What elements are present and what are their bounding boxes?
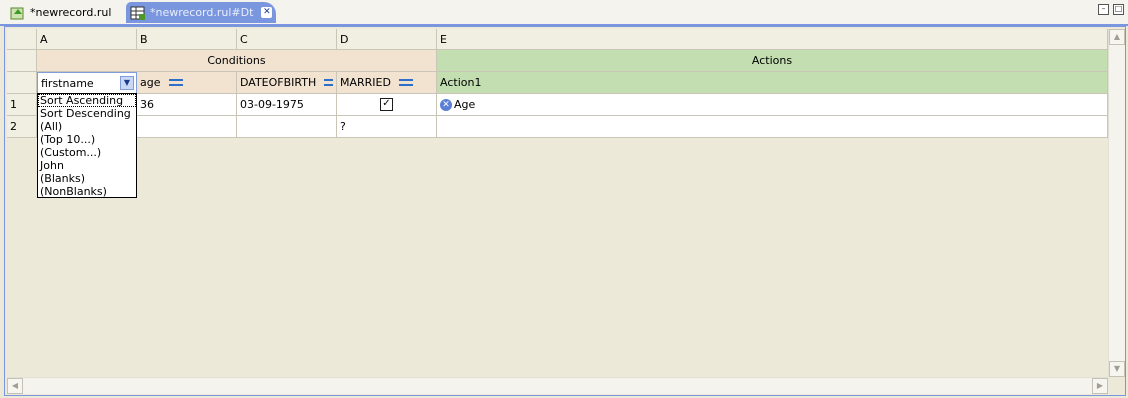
tab-label: *newrecord.rul#Dt: [150, 6, 254, 19]
actions-group-header[interactable]: Actions: [437, 50, 1108, 72]
table-cell[interactable]: ✓: [337, 94, 437, 116]
row-header-blank: [7, 50, 37, 72]
table-cell[interactable]: [237, 116, 337, 138]
dropdown-option[interactable]: Sort Ascending: [38, 94, 136, 107]
close-tab-icon[interactable]: ✕: [261, 7, 273, 18]
row-number[interactable]: 2: [7, 116, 37, 138]
table-cell[interactable]: 36: [137, 94, 237, 116]
dropdown-option[interactable]: (Top 10...): [38, 133, 136, 146]
equals-operator-icon[interactable]: [398, 79, 413, 86]
column-header-c[interactable]: C: [237, 29, 337, 50]
dropdown-option[interactable]: (NonBlanks): [38, 185, 136, 198]
dropdown-option[interactable]: John: [38, 159, 136, 172]
action-header-action1[interactable]: Action1: [437, 72, 1108, 94]
action-value: Age: [454, 98, 476, 111]
maximize-icon[interactable]: □: [1113, 4, 1124, 15]
condition-label: age: [140, 76, 161, 89]
condition-label: MARRIED: [340, 76, 391, 89]
decision-table-icon: [130, 6, 145, 20]
filter-dropdown-list: Sort Ascending Sort Descending (All) (To…: [37, 93, 137, 198]
firstname-combo-value: firstname: [41, 76, 94, 90]
remove-action-icon[interactable]: ✕: [440, 98, 452, 111]
table-cell[interactable]: [437, 116, 1108, 138]
tab-newrecord-rul[interactable]: *newrecord.rul: [4, 2, 122, 23]
condition-header-married[interactable]: MARRIED: [337, 72, 437, 94]
married-checkbox[interactable]: ✓: [380, 98, 393, 111]
scroll-right-icon[interactable]: ▶: [1092, 378, 1108, 394]
row-number[interactable]: 1: [7, 94, 37, 116]
rule-file-icon: [10, 7, 24, 19]
window-controls: – □: [1098, 4, 1124, 15]
table-cell[interactable]: [137, 116, 237, 138]
condition-header-dateofbirth[interactable]: DATEOFBIRTH: [237, 72, 337, 94]
equals-operator-icon[interactable]: [168, 79, 183, 86]
column-header-e[interactable]: E: [437, 29, 1108, 50]
corner-header[interactable]: [7, 29, 37, 50]
scrollbar-corner: [1108, 377, 1124, 393]
scroll-left-icon[interactable]: ◀: [7, 378, 23, 394]
scroll-down-icon[interactable]: ▼: [1109, 361, 1125, 377]
condition-label: DATEOFBIRTH: [240, 76, 317, 89]
scroll-up-icon[interactable]: ▲: [1109, 29, 1125, 45]
table-cell[interactable]: 03-09-1975: [237, 94, 337, 116]
dropdown-option[interactable]: (Custom...): [38, 146, 136, 159]
chevron-down-icon[interactable]: ▼: [120, 76, 134, 90]
firstname-combo[interactable]: firstname ▼: [37, 72, 137, 94]
tab-label: *newrecord.rul: [30, 6, 112, 19]
minimize-icon[interactable]: –: [1098, 4, 1109, 15]
column-header-a[interactable]: A: [37, 29, 137, 50]
column-header-b[interactable]: B: [137, 29, 237, 50]
horizontal-scrollbar[interactable]: ◀ ▶: [7, 377, 1108, 394]
dropdown-option[interactable]: (Blanks): [38, 172, 136, 185]
column-header-d[interactable]: D: [337, 29, 437, 50]
tab-newrecord-dt[interactable]: *newrecord.rul#Dt ✕: [126, 2, 276, 23]
equals-operator-icon[interactable]: [324, 79, 333, 86]
editor-tab-bar: *newrecord.rul *newrecord.rul#Dt ✕ – □: [0, 0, 1128, 25]
dropdown-option[interactable]: (All): [38, 120, 136, 133]
conditions-group-header[interactable]: Conditions: [37, 50, 437, 72]
table-cell[interactable]: ?: [337, 116, 437, 138]
dropdown-option[interactable]: Sort Descending: [38, 107, 136, 120]
row-header-blank: [7, 72, 37, 94]
vertical-scrollbar[interactable]: ▲ ▼: [1108, 29, 1125, 377]
table-cell[interactable]: ✕ Age: [437, 94, 1108, 116]
condition-header-age[interactable]: age: [137, 72, 237, 94]
